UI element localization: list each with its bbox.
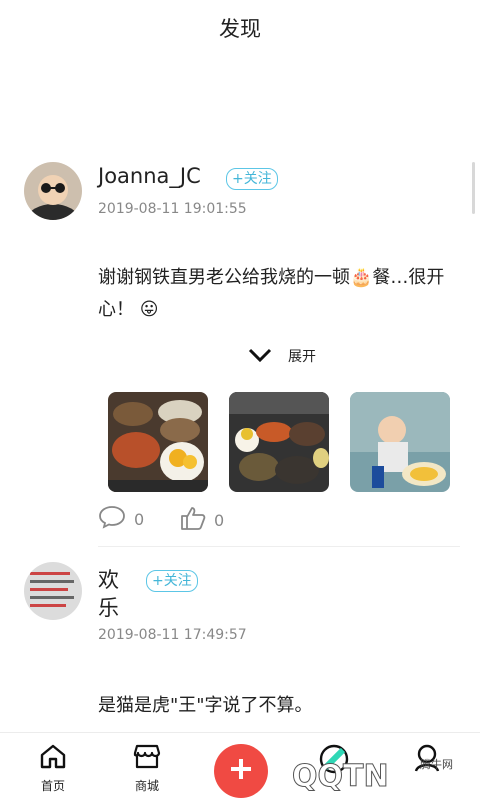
page-title: 发现 [219,17,261,41]
comment-icon [98,505,126,533]
username[interactable]: 欢乐 [98,566,128,622]
like-button[interactable]: 0 [180,505,224,535]
scrollbar[interactable] [472,162,475,214]
post-content[interactable]: 谢谢钢铁直男老公给我烧的一顿🎂餐…很开心！ 😛 [98,262,458,326]
expand-label: 展开 [288,349,316,365]
comment-count: 0 [134,509,145,529]
post-content[interactable]: 是猫是虎"王"字说了不算。 [98,690,458,722]
avatar[interactable] [24,562,82,620]
follow-button[interactable]: +关注 [226,168,278,190]
avatar[interactable] [24,162,82,220]
like-count: 0 [214,510,225,530]
follow-button[interactable]: +关注 [146,570,198,592]
tab-home[interactable]: 首页 [23,743,83,794]
comment-button[interactable]: 0 [98,505,144,533]
plus-icon [229,757,253,785]
create-post-button[interactable] [214,744,268,798]
shop-icon [132,743,162,773]
thumbs-up-icon [180,505,206,535]
post-timestamp: 2019-08-11 19:01:55 [98,201,247,217]
chevron-down-icon [248,347,272,366]
watermark-text: 腾牛网 [420,758,453,771]
tab-shop[interactable]: 商城 [117,743,177,794]
watermark-logo: QQTN [290,748,430,800]
expand-button[interactable]: 展开 [248,346,316,366]
tab-label: 商城 [134,779,159,793]
tab-label: 首页 [40,779,65,793]
home-icon [39,743,67,773]
post-photo[interactable] [108,392,208,492]
post-photo[interactable] [350,392,450,492]
post-divider [98,546,460,547]
post-photo[interactable] [229,392,329,492]
post-timestamp: 2019-08-11 17:49:57 [98,627,247,643]
username[interactable]: Joanna_JC [98,164,201,188]
svg-text:QQTN: QQTN [292,759,389,794]
top-bar: 发现 [0,0,480,56]
